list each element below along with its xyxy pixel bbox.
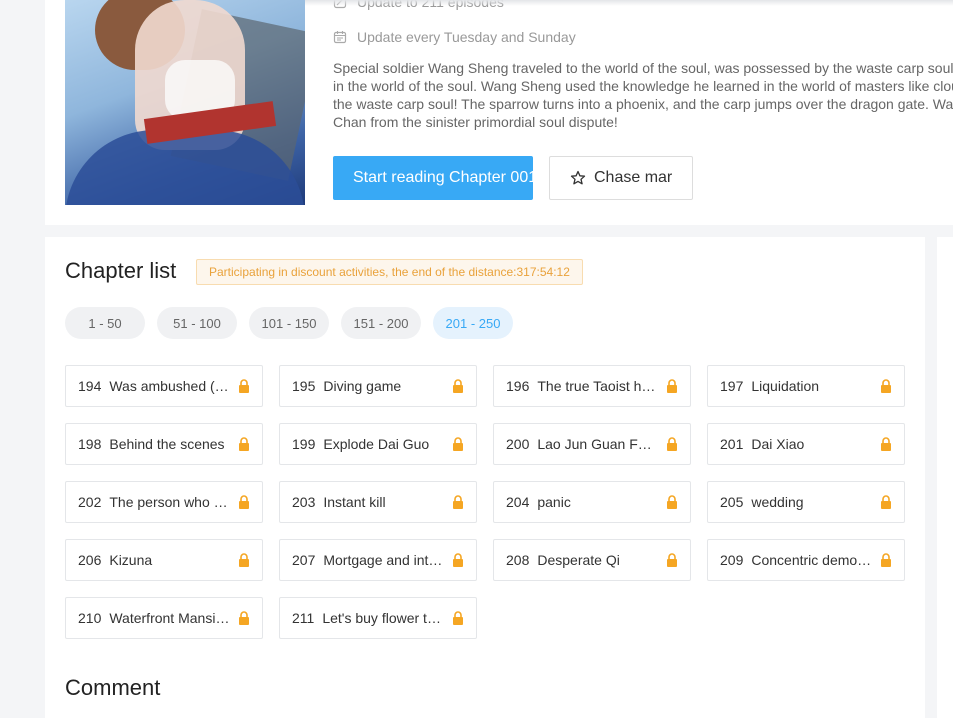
- lock-icon: [667, 495, 677, 509]
- lock-icon: [881, 379, 891, 393]
- chapter-item[interactable]: 207 Mortgage and int…: [279, 539, 477, 581]
- chapter-title: Desperate Qi: [537, 552, 620, 568]
- chapter-item[interactable]: 208 Desperate Qi: [493, 539, 691, 581]
- book-cover-image[interactable]: [65, 0, 305, 205]
- discount-notice: Participating in discount activities, th…: [196, 259, 583, 285]
- start-reading-button[interactable]: Start reading Chapter 001: [333, 156, 533, 200]
- chapter-number: 203: [292, 494, 316, 510]
- lock-icon: [453, 379, 463, 393]
- lock-icon: [239, 611, 249, 625]
- chapter-item[interactable]: 200 Lao Jun Guan Fa…: [493, 423, 691, 465]
- chapter-title: Explode Dai Guo: [323, 436, 430, 452]
- chapter-number: 194: [78, 378, 102, 394]
- chapter-number: 211: [292, 610, 315, 626]
- lock-icon: [881, 495, 891, 509]
- comment-title: Comment: [65, 675, 161, 700]
- calendar-icon: [333, 31, 347, 44]
- chapter-title: Was ambushed (…: [109, 378, 229, 394]
- chapter-item[interactable]: 204 panic: [493, 481, 691, 523]
- chapter-grid: 194 Was ambushed (… 195 Diving game 196 The…: [65, 365, 905, 639]
- lock-icon: [453, 437, 463, 451]
- range-tab-51-100[interactable]: 51 - 100: [157, 307, 237, 339]
- chapter-title: Lao Jun Guan Fa…: [537, 436, 658, 452]
- chapter-item[interactable]: 202 The person who …: [65, 481, 263, 523]
- chapter-number: 199: [292, 436, 316, 452]
- chapter-item[interactable]: 196 The true Taoist h…: [493, 365, 691, 407]
- chapter-list-title: Chapter list: [65, 258, 177, 283]
- chapter-number: 196: [506, 378, 530, 394]
- lock-icon: [453, 553, 463, 567]
- chapter-item[interactable]: 195 Diving game: [279, 365, 477, 407]
- chapter-item[interactable]: 197 Liquidation: [707, 365, 905, 407]
- chapter-item[interactable]: 211 Let's buy flower ti…: [279, 597, 477, 639]
- lock-icon: [239, 379, 249, 393]
- chapter-title: Diving game: [323, 378, 402, 394]
- lock-icon: [667, 553, 677, 567]
- chapter-number: 200: [506, 436, 530, 452]
- lock-icon: [881, 437, 891, 451]
- chapter-number: 209: [720, 552, 744, 568]
- chapter-item[interactable]: 198 Behind the scenes: [65, 423, 263, 465]
- chapter-title: Concentric demo…: [751, 552, 872, 568]
- lock-icon: [239, 437, 249, 451]
- chapter-number: 207: [292, 552, 316, 568]
- book-info-panel: Update to 211 episodes Update every Tues…: [45, 0, 953, 225]
- range-tab-201-250[interactable]: 201 - 250: [433, 307, 513, 339]
- header-shadow: [305, 0, 953, 6]
- chapter-title: Kizuna: [109, 552, 153, 568]
- range-tab-151-200[interactable]: 151 - 200: [341, 307, 421, 339]
- chapter-title: Liquidation: [751, 378, 820, 394]
- chapter-number: 208: [506, 552, 530, 568]
- chapter-title: Waterfront Mansion: [109, 610, 230, 626]
- chapter-title: The person who …: [109, 494, 228, 510]
- chapter-list-panel: Chapter list Participating in discount a…: [45, 237, 925, 718]
- book-description: Special soldier Wang Sheng traveled to t…: [333, 60, 953, 130]
- chapter-title: The true Taoist h…: [537, 378, 656, 394]
- chapter-title: panic: [537, 494, 571, 510]
- chapter-title: Instant kill: [323, 494, 386, 510]
- chapter-title: Let's buy flower ti…: [322, 610, 444, 626]
- chapter-number: 197: [720, 378, 744, 394]
- lock-icon: [881, 553, 891, 567]
- chapter-title: Behind the scenes: [109, 436, 225, 452]
- chapter-title: Dai Xiao: [751, 436, 805, 452]
- lock-icon: [453, 495, 463, 509]
- chapter-item[interactable]: 199 Explode Dai Guo: [279, 423, 477, 465]
- chapter-title: Mortgage and int…: [323, 552, 443, 568]
- chase-button[interactable]: Chase mar: [549, 156, 693, 200]
- chapter-number: 205: [720, 494, 744, 510]
- chapter-title: wedding: [751, 494, 804, 510]
- lock-icon: [667, 437, 677, 451]
- chapter-item[interactable]: 210 Waterfront Mansion: [65, 597, 263, 639]
- chase-button-label: Chase mar: [594, 169, 673, 186]
- chapter-item[interactable]: 206 Kizuna: [65, 539, 263, 581]
- schedule-text: Update every Tuesday and Sunday: [357, 29, 576, 45]
- chapter-item[interactable]: 205 wedding: [707, 481, 905, 523]
- range-tab-1-50[interactable]: 1 - 50: [65, 307, 145, 339]
- range-tab-101-150[interactable]: 101 - 150: [249, 307, 329, 339]
- lock-icon: [667, 379, 677, 393]
- chapter-item[interactable]: 209 Concentric demo…: [707, 539, 905, 581]
- chapter-range-tabs: 1 - 50 51 - 100 101 - 150 151 - 200 201 …: [65, 307, 513, 339]
- chapter-number: 206: [78, 552, 102, 568]
- chapter-item[interactable]: 194 Was ambushed (…: [65, 365, 263, 407]
- chapter-item[interactable]: 201 Dai Xiao: [707, 423, 905, 465]
- chapter-number: 201: [720, 436, 744, 452]
- chapter-number: 202: [78, 494, 102, 510]
- schedule-row: Update every Tuesday and Sunday: [333, 29, 576, 45]
- sidebar-panel: [937, 237, 953, 718]
- lock-icon: [453, 611, 463, 625]
- chapter-number: 198: [78, 436, 102, 452]
- lock-icon: [239, 553, 249, 567]
- chapter-number: 210: [78, 610, 102, 626]
- chapter-number: 195: [292, 378, 316, 394]
- star-icon: [570, 170, 586, 185]
- lock-icon: [239, 495, 249, 509]
- chapter-item[interactable]: 203 Instant kill: [279, 481, 477, 523]
- chapter-number: 204: [506, 494, 530, 510]
